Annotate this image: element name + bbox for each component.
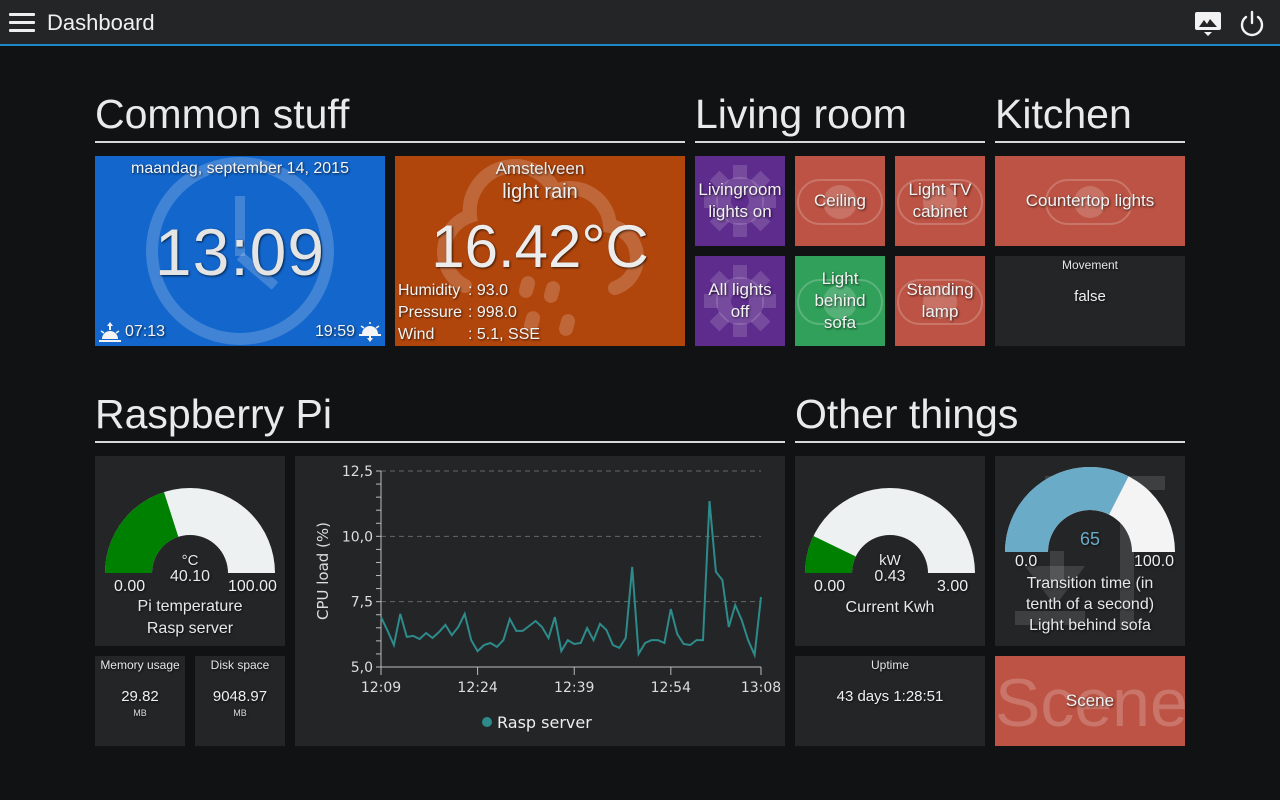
section-title-living-room: Living room — [695, 94, 985, 143]
gauge-min: 0.00 — [114, 578, 146, 595]
sunrise: 07:13 — [99, 322, 165, 342]
gauge-min: 0.0 — [1015, 553, 1038, 570]
gauge-max: 3.00 — [937, 578, 969, 595]
x-tick-label: 13:08 — [741, 680, 781, 696]
switch-label: Light behind sofa — [814, 269, 866, 332]
y-axis-label: CPU load (%) — [314, 522, 332, 620]
sunset-icon — [359, 322, 381, 342]
humidity-label: Humidity — [398, 282, 461, 299]
memory-title: Memory usage — [100, 658, 180, 672]
x-tick-label: 12:24 — [457, 680, 497, 696]
switch-standing-lamp-button[interactable]: Standing lamp — [895, 256, 985, 346]
switch-ceiling-button[interactable]: Ceiling — [795, 156, 885, 246]
gauge-max: 100.0 — [1134, 553, 1175, 570]
gauge-min: 0.00 — [814, 578, 846, 595]
gauge-max: 100.00 — [228, 578, 277, 595]
weather-humidity: Humidity : 93.0 — [398, 282, 508, 300]
humidity-value: : 93.0 — [468, 282, 509, 299]
cpu-load-chart: 5,07,510,012,512:09 12:24 12:39 12:54 13:08 … — [314, 464, 781, 732]
uptime-value: 43 days 1:28:51 — [836, 688, 944, 705]
gauge-value: 65 — [1079, 529, 1101, 549]
y-tick-label: 7,5 — [351, 595, 373, 611]
clock-tile: maandag, september 14, 2015 13:09 07:13 … — [95, 156, 385, 346]
uptime-tile: Uptime 43 days 1:28:51 — [795, 656, 985, 746]
scene-all-lights-off-button[interactable]: All lights off — [695, 256, 785, 346]
app-title: Dashboard — [47, 10, 155, 35]
movement-title: Movement — [1061, 258, 1119, 272]
x-tick-label: 12:09 — [361, 680, 401, 696]
memory-value: 29.82 — [121, 688, 159, 705]
memory-unit: MB — [133, 708, 147, 718]
gauge-unit: °C — [181, 552, 199, 569]
gauge-label-line3: Light behind sofa — [1029, 617, 1151, 634]
wind-label: Wind — [398, 326, 435, 343]
section-title-other-things: Other things — [795, 394, 1185, 443]
series-line-rasp-server — [380, 501, 762, 659]
disk-title: Disk space — [210, 658, 270, 672]
pi-temperature-gauge-tile: °C 40.10 0.00 100.00 Pi temperature Rasp… — [95, 456, 285, 646]
legend-marker — [482, 717, 492, 727]
gauge-unit: kW — [879, 552, 901, 569]
weather-description: light rain — [502, 181, 578, 203]
hamburger-menu-icon[interactable] — [9, 13, 35, 33]
scene-label: All lights off — [708, 280, 772, 321]
weather-tile: Amstelveen light rain 16.42°C Humidity : … — [395, 156, 685, 346]
switch-label: Light TV cabinet — [908, 180, 972, 221]
switch-behind-sofa-button[interactable]: Light behind sofa — [795, 256, 885, 346]
gauge-label-line2: tenth of a second) — [1025, 596, 1155, 613]
disk-value: 9048.97 — [212, 688, 268, 705]
wind-value: : 5.1, SSE — [468, 326, 541, 343]
y-tick-label: 12,5 — [342, 464, 373, 480]
switch-countertop-button[interactable]: Countertop lights — [995, 156, 1185, 246]
pi-temperature-gauge — [105, 488, 275, 573]
section-title-kitchen: Kitchen — [995, 94, 1185, 143]
weather-temperature: 16.42°C — [431, 213, 649, 280]
clock-time: 13:09 — [154, 215, 326, 289]
sunrise-time: 07:13 — [125, 323, 166, 340]
section-title-raspberry-pi: Raspberry Pi — [95, 394, 785, 443]
memory-usage-tile: Memory usage 29.82 MB — [95, 656, 185, 746]
gauge-label: Current Kwh — [845, 599, 935, 616]
uptime-title: Uptime — [870, 658, 909, 672]
x-tick-label: 12:54 — [651, 680, 691, 696]
section-title-common: Common stuff — [95, 94, 685, 143]
y-tick-label: 5,0 — [351, 660, 373, 676]
scene-livingroom-lights-on-button[interactable]: Livingroom lights on — [695, 156, 785, 246]
scene-label: Livingroom lights on — [698, 180, 782, 221]
power-icon[interactable] — [1237, 9, 1267, 39]
clock-date: maandag, september 14, 2015 — [131, 160, 349, 177]
sunset-time: 19:59 — [314, 323, 355, 340]
sunset: 19:59 — [315, 322, 381, 342]
scene-button[interactable]: Scene Scene — [995, 656, 1185, 746]
cpu-load-chart-tile: 5,0 7,5 10,0 12,5 12:09 12:24 12:39 12:54 13:08 … — [295, 456, 785, 746]
disk-unit: MB — [233, 708, 247, 718]
photo-frame-icon[interactable] — [1193, 9, 1223, 39]
switch-label: Ceiling — [814, 191, 866, 210]
y-tick-label: 10,0 — [342, 529, 373, 545]
switch-label: Standing lamp — [906, 280, 974, 321]
gauge-label-line1: Transition time (in — [1026, 575, 1154, 592]
gauge-label: Pi temperature — [137, 598, 243, 615]
current-kwh-gauge-tile: kW 0.43 0.00 3.00 Current Kwh — [795, 456, 985, 646]
current-kwh-gauge — [805, 488, 975, 573]
pressure-label: Pressure — [398, 304, 463, 321]
switch-label: Countertop lights — [1025, 191, 1155, 210]
movement-value: false — [1074, 288, 1106, 305]
legend-label: Rasp server — [497, 713, 592, 732]
switch-tv-cabinet-button[interactable]: Light TV cabinet — [895, 156, 985, 246]
gauge-sublabel: Rasp server — [146, 620, 234, 637]
pressure-value: : 998.0 — [468, 304, 517, 321]
movement-sensor-tile: Movement false — [995, 256, 1185, 346]
sunrise-icon — [99, 322, 121, 342]
weather-city: Amstelveen — [495, 159, 585, 178]
transition-time-slider-tile[interactable]: 65 0.0 100.0 Transition time (in tenth o… — [995, 456, 1185, 646]
weather-wind: Wind : 5.1, SSE — [398, 326, 540, 344]
x-tick-label: 12:39 — [554, 680, 594, 696]
weather-pressure: Pressure : 998.0 — [398, 304, 517, 322]
top-bar: Dashboard — [0, 0, 1280, 46]
disk-space-tile: Disk space 9048.97 MB — [195, 656, 285, 746]
scene-label: Scene — [1065, 691, 1115, 710]
